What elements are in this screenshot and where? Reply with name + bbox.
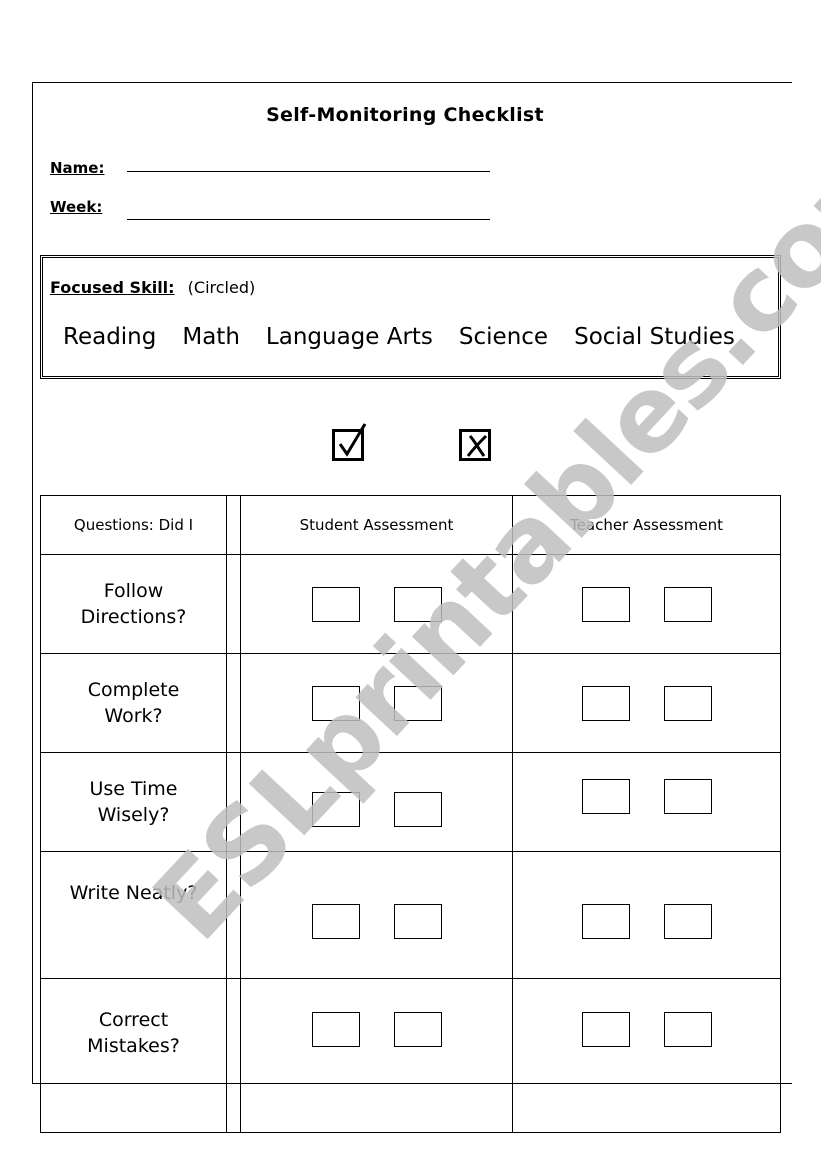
question-cell: Use Time Wisely? — [40, 752, 227, 852]
question-line2: Wisely? — [97, 804, 170, 826]
focused-skill-label: Focused Skill: — [50, 278, 175, 297]
question-line1: Use Time — [89, 778, 178, 800]
teacher-cell — [512, 752, 781, 852]
spacer-cell — [226, 653, 241, 753]
student-no-box[interactable] — [393, 685, 442, 721]
student-cell — [240, 554, 513, 654]
student-yes-box[interactable] — [311, 586, 360, 622]
student-cell — [240, 653, 513, 753]
table-header-row: Questions: Did I Student Assessment Teac… — [40, 495, 781, 555]
table-row: Follow Directions? — [40, 554, 781, 654]
teacher-cell — [512, 554, 781, 654]
header-spacer — [226, 495, 241, 555]
question-line2: Directions? — [80, 606, 187, 628]
question-cell: Follow Directions? — [40, 554, 227, 654]
student-yes-box[interactable] — [311, 685, 360, 721]
name-field[interactable] — [127, 171, 490, 172]
teacher-yes-box[interactable] — [581, 903, 630, 939]
page-frame-top — [32, 82, 792, 83]
teacher-yes-box[interactable] — [581, 778, 630, 814]
student-no-box[interactable] — [393, 903, 442, 939]
student-cell — [240, 752, 513, 852]
student-no-box[interactable] — [393, 1012, 442, 1047]
question-line1: Correct — [98, 1009, 169, 1031]
week-label: Week: — [50, 198, 103, 216]
focused-skill-note: (Circled) — [187, 278, 256, 297]
table-row: Correct Mistakes? — [40, 978, 781, 1133]
assessment-table: Questions: Did I Student Assessment Teac… — [40, 495, 781, 1133]
teacher-no-box[interactable] — [663, 903, 712, 939]
teacher-cell — [512, 851, 781, 979]
student-yes-box[interactable] — [311, 903, 360, 939]
student-cell — [240, 851, 513, 979]
teacher-no-box[interactable] — [663, 778, 712, 814]
teacher-no-box[interactable] — [663, 1012, 712, 1047]
document-title: Self-Monitoring Checklist — [266, 104, 544, 126]
name-label: Name: — [50, 159, 105, 177]
question-line1: Write Neatly? — [69, 882, 198, 904]
teacher-yes-box[interactable] — [581, 586, 630, 622]
question-line2: Work? — [104, 705, 163, 727]
question-cell: Correct Mistakes? — [40, 978, 227, 1133]
student-no-box[interactable] — [393, 791, 442, 827]
teacher-no-box[interactable] — [663, 685, 712, 721]
spacer-cell — [226, 752, 241, 852]
week-field[interactable] — [127, 219, 490, 220]
skill-option-math[interactable]: Math — [182, 324, 240, 350]
header-student-assessment: Student Assessment — [240, 495, 513, 555]
question-line1: Follow — [103, 580, 164, 602]
skill-option-social-studies[interactable]: Social Studies — [574, 324, 735, 350]
focused-skill-heading: Focused Skill: (Circled) — [50, 278, 255, 297]
checkmark-box-icon — [332, 423, 367, 461]
teacher-cell — [512, 653, 781, 753]
header-questions: Questions: Did I — [40, 495, 227, 555]
teacher-yes-box[interactable] — [581, 1012, 630, 1047]
question-cell: Complete Work? — [40, 653, 227, 753]
table-row: Use Time Wisely? — [40, 752, 781, 852]
student-cell — [240, 978, 513, 1133]
teacher-cell — [512, 978, 781, 1133]
question-line2: Mistakes? — [87, 1035, 180, 1057]
skill-options: Reading Math Language Arts Science Socia… — [63, 324, 735, 350]
spacer-cell — [226, 554, 241, 654]
skill-option-science[interactable]: Science — [459, 324, 548, 350]
page-frame-left — [32, 82, 33, 1084]
table-row: Write Neatly? — [40, 851, 781, 979]
teacher-yes-box[interactable] — [581, 685, 630, 721]
student-no-box[interactable] — [393, 586, 442, 622]
student-yes-box[interactable] — [311, 1012, 360, 1047]
skill-option-reading[interactable]: Reading — [63, 324, 156, 350]
focused-skill-box: Focused Skill: (Circled) Reading Math La… — [40, 255, 781, 379]
question-line1: Complete — [87, 679, 180, 701]
table-row: Complete Work? — [40, 653, 781, 753]
spacer-cell — [226, 851, 241, 979]
teacher-no-box[interactable] — [663, 586, 712, 622]
header-teacher-assessment: Teacher Assessment — [512, 495, 781, 555]
x-box-icon — [459, 429, 491, 461]
student-yes-box[interactable] — [311, 791, 360, 827]
spacer-cell — [226, 978, 241, 1133]
skill-option-language-arts[interactable]: Language Arts — [266, 324, 433, 350]
question-cell: Write Neatly? — [40, 851, 227, 979]
